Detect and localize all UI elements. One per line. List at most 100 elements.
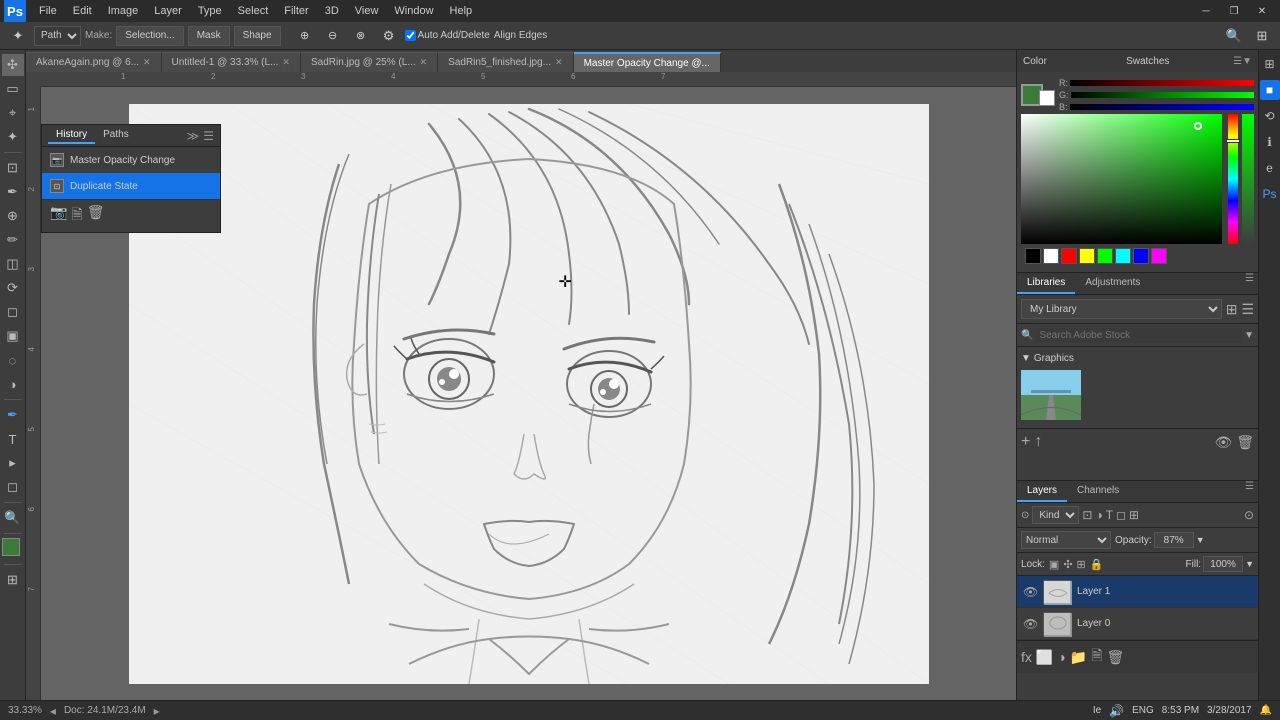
delete-layer-btn[interactable]: 🗑	[1107, 649, 1125, 666]
ie-badge[interactable]: Ie	[1093, 705, 1101, 716]
history-expand-btn[interactable]: ≫	[187, 129, 200, 143]
fill-input[interactable]	[1203, 556, 1243, 572]
menu-image[interactable]: Image	[101, 3, 146, 19]
new-layer-btn[interactable]: 🗎	[1091, 645, 1102, 669]
dodge-tool[interactable]: ◑	[2, 373, 24, 395]
add-mask-btn[interactable]: ⬜	[1036, 649, 1053, 666]
tab-close-sadrin[interactable]: ✕	[420, 57, 428, 68]
app-icon-btn[interactable]: ⊞	[1250, 24, 1274, 48]
tab-close-untitled[interactable]: ✕	[282, 57, 290, 68]
menu-filter[interactable]: Filter	[277, 3, 315, 19]
restore-button[interactable]: ❐	[1220, 0, 1248, 22]
layers-tab[interactable]: Layers	[1017, 481, 1067, 502]
search-input[interactable]	[1035, 327, 1242, 343]
auto-add-delete-checkbox[interactable]: Auto Add/Delete	[405, 30, 490, 41]
adj-layer-btn[interactable]: ◑	[1057, 649, 1065, 665]
canvas-container[interactable]: ✛ History Paths ≫ ☰ 📷 Master Opacity Cha…	[41, 87, 1016, 700]
select-rect-tool[interactable]: ▭	[2, 78, 24, 100]
search-filter-icon[interactable]: ▼	[1244, 330, 1254, 341]
move-tool[interactable]: ✣	[2, 54, 24, 76]
make-selection-button[interactable]: Selection...	[116, 26, 183, 46]
smart-filter-icon[interactable]: ⊞	[1129, 508, 1139, 522]
layer-row-0[interactable]: 👁 Layer 0	[1017, 608, 1258, 640]
group-btn[interactable]: 📁	[1070, 649, 1087, 666]
tab-master[interactable]: Master Opacity Change @...	[574, 52, 721, 72]
color-panel-collapse[interactable]: ▼	[1242, 56, 1252, 67]
fr-ps-btn[interactable]: Ps	[1260, 184, 1280, 204]
menu-layer[interactable]: Layer	[147, 3, 189, 19]
fill-arrow[interactable]: ▼	[1245, 559, 1254, 569]
tool-select-icon[interactable]: ✦	[6, 24, 30, 48]
swatch-yellow[interactable]	[1079, 248, 1095, 264]
menu-file[interactable]: File	[32, 3, 64, 19]
tab-close-akane[interactable]: ✕	[143, 57, 151, 68]
path-ops-icon1[interactable]: ⊕	[293, 24, 317, 48]
swatch-green[interactable]	[1097, 248, 1113, 264]
gradient-tool[interactable]: ▣	[2, 325, 24, 347]
graphics-thumb-1[interactable]	[1021, 370, 1081, 420]
lib-delete-btn[interactable]: 🗑	[1236, 434, 1254, 451]
adjustments-tab[interactable]: Adjustments	[1075, 273, 1150, 294]
blend-mode-select[interactable]: Normal	[1021, 531, 1111, 549]
blur-tool[interactable]: ◌	[2, 349, 24, 371]
tab-akane[interactable]: AkaneAgain.png @ 6... ✕	[26, 52, 162, 72]
shape-filter-icon[interactable]: ◻	[1116, 508, 1126, 522]
lock-pixels-icon[interactable]: ▣	[1049, 558, 1059, 571]
lib-view-btn[interactable]: 👁	[1214, 434, 1232, 451]
layer-1-eye[interactable]: 👁	[1023, 585, 1037, 599]
lib-upload-btn[interactable]: ↑	[1034, 433, 1042, 451]
path-ops-icon4[interactable]: ⚙	[377, 24, 401, 48]
libraries-tab[interactable]: Libraries	[1017, 273, 1075, 294]
lib-add-btn[interactable]: +	[1021, 433, 1030, 451]
menu-window[interactable]: Window	[387, 3, 440, 19]
path-select-tool[interactable]: ▸	[2, 452, 24, 474]
path-select[interactable]: Path	[34, 26, 81, 46]
tab-sadrin[interactable]: SadRin.jpg @ 25% (L... ✕	[301, 52, 438, 72]
lock-move-icon[interactable]: ✣	[1063, 558, 1072, 571]
layer-0-eye[interactable]: 👁	[1023, 617, 1037, 631]
swatch-white[interactable]	[1043, 248, 1059, 264]
volume-icon[interactable]: 🔊	[1109, 704, 1124, 718]
fr-ie-btn[interactable]: e	[1260, 158, 1280, 178]
opacity-arrow[interactable]: ▼	[1196, 535, 1205, 545]
pixel-filter-icon[interactable]: ⊡	[1082, 508, 1092, 522]
g-slider[interactable]	[1071, 92, 1254, 98]
lasso-tool[interactable]: ⌖	[2, 102, 24, 124]
add-style-btn[interactable]: fx	[1021, 649, 1032, 665]
lib-list-icon[interactable]: ☰	[1241, 301, 1254, 318]
history-snapshot-btn[interactable]: 📷	[50, 204, 67, 228]
spot-heal-tool[interactable]: ⊕	[2, 205, 24, 227]
fr-color-btn[interactable]: ■	[1260, 80, 1280, 100]
layer-row-1[interactable]: 👁 Layer 1	[1017, 576, 1258, 608]
lib-panel-menu[interactable]: ☰	[1245, 273, 1254, 294]
hue-bar[interactable]	[1228, 114, 1238, 244]
status-arrow-left[interactable]: ◂	[50, 704, 56, 718]
search-icon[interactable]: 🔍	[1222, 24, 1246, 48]
status-arrow-right[interactable]: ▸	[154, 704, 160, 718]
history-item-master[interactable]: 📷 Master Opacity Change	[42, 147, 220, 173]
color-spectrum[interactable]	[1021, 114, 1222, 244]
type-tool[interactable]: T	[2, 428, 24, 450]
tab-sadrin5[interactable]: SadRin5_finished.jpg... ✕	[438, 52, 573, 72]
layer-filter-select[interactable]: Kind	[1032, 506, 1079, 524]
lock-artboard-icon[interactable]: ⊞	[1077, 558, 1086, 571]
lock-all-icon[interactable]: 🔒	[1090, 558, 1104, 571]
filter-toggle[interactable]: ⊙	[1244, 508, 1254, 522]
minimize-button[interactable]: ─	[1192, 0, 1220, 22]
history-tab[interactable]: History	[48, 127, 95, 144]
tab-close-sadrin5[interactable]: ✕	[555, 57, 563, 68]
menu-type[interactable]: Type	[191, 3, 229, 19]
layers-menu-btn[interactable]: ☰	[1245, 481, 1254, 502]
opacity-input[interactable]	[1154, 532, 1194, 548]
screen-mode-btn[interactable]: ⊞	[2, 569, 24, 591]
magic-wand-tool[interactable]: ✦	[2, 126, 24, 148]
library-select[interactable]: My Library	[1021, 299, 1222, 319]
channels-tab[interactable]: Channels	[1067, 481, 1129, 502]
opacity-bar[interactable]	[1242, 114, 1254, 244]
swatch-magenta[interactable]	[1151, 248, 1167, 264]
pen-tool[interactable]: ✒	[2, 404, 24, 426]
swatch-cyan[interactable]	[1115, 248, 1131, 264]
crop-tool[interactable]: ⊡	[2, 157, 24, 179]
menu-help[interactable]: Help	[443, 3, 480, 19]
path-ops-icon3[interactable]: ⊗	[349, 24, 373, 48]
